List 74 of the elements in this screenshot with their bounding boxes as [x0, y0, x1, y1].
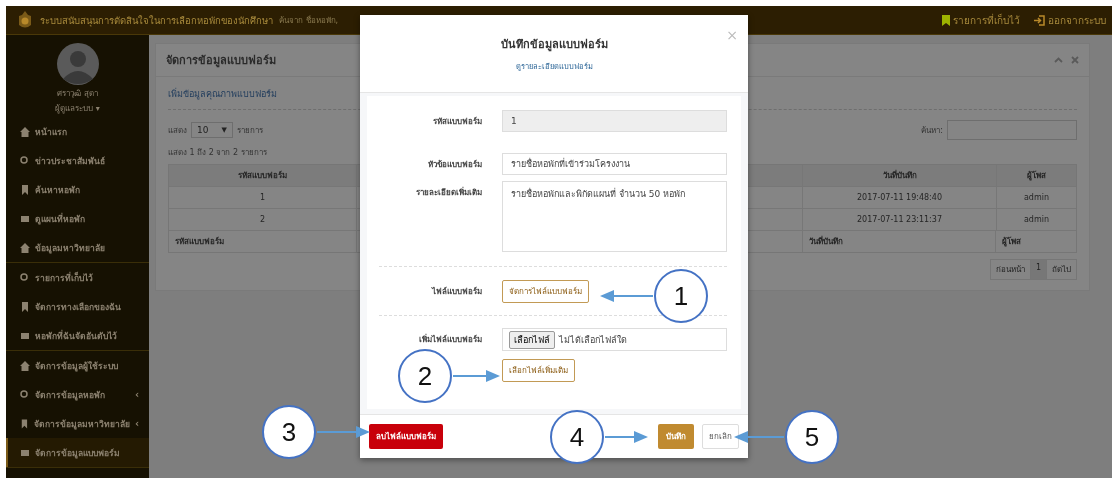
home-icon: [20, 242, 30, 253]
panel-title: จัดการข้อมูลแบบฟอร์ม: [166, 53, 276, 69]
table-cell-text: 2: [258, 214, 267, 226]
logout-icon: [1034, 14, 1045, 26]
callout-arrow: [604, 431, 648, 443]
table-cell: 2017-07-11 23:11:37: [802, 209, 996, 230]
column-footer: ผู้โพส: [995, 231, 1076, 252]
details-textarea[interactable]: รายชื่อหอพักและพิกัดแผนที่ จำนวน 50 หอพัก: [502, 181, 727, 252]
save-button[interactable]: บันทึก: [658, 424, 694, 449]
table-cell: admin: [996, 209, 1076, 230]
sidebar-item[interactable]: จัดการทางเลือกของฉัน: [6, 292, 149, 321]
choose-file-button[interactable]: เลือกไฟล์: [509, 330, 555, 349]
column-header[interactable]: ผู้โพส: [996, 165, 1076, 186]
search-hint: ค้นจาก ชื่อหอพัก,: [279, 14, 339, 27]
sidebar-item[interactable]: หน้าแรก: [6, 117, 149, 146]
table-cell: admin: [996, 187, 1076, 208]
cancel-button[interactable]: ยกเลิก: [702, 424, 739, 449]
column-header[interactable]: รหัสแบบฟอร์ม: [169, 165, 356, 186]
field-label: ไฟล์แบบฟอร์ม: [430, 285, 482, 298]
delete-file-button[interactable]: ลบไฟล์แบบฟอร์ม: [369, 424, 443, 449]
sidebar-item[interactable]: ข่าวประชาสัมพันธ์: [6, 146, 149, 175]
app-title: ระบบสนับสนุนการตัดสินใจในการเลือกหอพักของนักศึกษา: [40, 13, 273, 28]
sidebar-item[interactable]: ข้อมูลมหาวิทยาลัย: [6, 233, 149, 262]
field-label: รหัสแบบฟอร์ม: [432, 115, 482, 128]
collapse-icon[interactable]: [1054, 57, 1063, 63]
title-field[interactable]: รายชื่อหอพักที่เข้าร่วมโครงงาน: [502, 153, 727, 175]
table-info: แสดง 1 ถึง 2 จาก 2 รายการ: [168, 147, 268, 159]
modal-title: บันทึกข้อมูลแบบฟอร์ม: [500, 37, 608, 53]
bookmark-icon: [20, 301, 30, 312]
length-unit: รายการ: [237, 124, 263, 137]
callout-arrow: [734, 431, 785, 443]
file-status: ไม่ได้เลือกไฟล์ใด: [559, 333, 627, 347]
table-cell-text: 1: [258, 192, 267, 204]
sidebar-item[interactable]: จัดการข้อมูลผู้ใช้ระบบ: [6, 351, 149, 380]
sidebar-item[interactable]: จัดการข้อมูลแบบฟอร์ม: [6, 438, 149, 467]
file-field[interactable]: เลือกไฟล์ ไม่ได้เลือกไฟล์ใด: [502, 328, 727, 351]
home-icon: [20, 360, 30, 371]
list-icon: [20, 330, 30, 341]
form-id-field: 1: [502, 110, 727, 132]
user-name: ศราวุฒิ สุดา: [57, 88, 98, 100]
table-cell: 2017-07-11 19:48:40: [802, 187, 996, 208]
bookmark-icon: [20, 418, 29, 429]
bookmark-icon: [20, 184, 30, 195]
column-footer: รหัสแบบฟอร์ม: [169, 231, 356, 252]
user-role-menu[interactable]: ผู้ดูแลระบบ ▾: [55, 102, 100, 115]
list-icon: [20, 447, 30, 458]
column-footer: วันที่บันทึก: [802, 231, 995, 252]
field-label: รายละเอียดเพิ่มเติม: [415, 186, 482, 199]
sidebar-item[interactable]: ดูแผนที่หอพัก: [6, 204, 149, 233]
sidebar-item[interactable]: รายการที่เก็บไว้: [6, 263, 149, 292]
callout-arrow: [600, 290, 654, 302]
emblem-icon: [16, 10, 34, 30]
sidebar-item[interactable]: จัดการข้อมูลหอพัก ‹: [6, 380, 149, 409]
callout-arrow: [452, 370, 500, 382]
bookmark-icon: [942, 14, 950, 26]
field-label: เพิ่มไฟล์แบบฟอร์ม: [418, 333, 482, 346]
manage-files-button[interactable]: จัดการไฟล์แบบฟอร์ม: [502, 280, 589, 303]
avatar-icon: [56, 43, 99, 85]
callout-arrow: [316, 426, 370, 438]
home-icon: [20, 126, 30, 137]
length-label: แสดง: [168, 124, 187, 137]
page-button[interactable]: 1: [1029, 259, 1047, 280]
add-more-files-button[interactable]: เลือกไฟล์เพิ่มเติม: [502, 359, 575, 382]
page-button[interactable]: ถัดไป: [1046, 259, 1077, 280]
sidebar-item[interactable]: ค้นหาหอพัก: [6, 175, 149, 204]
close-icon[interactable]: [1071, 56, 1079, 64]
sidebar-item[interactable]: หอพักที่ฉันจัดอันดับไว้: [6, 321, 149, 350]
column-header[interactable]: วันที่บันทึก: [802, 165, 996, 186]
logout-link[interactable]: ออกจากระบบ: [1034, 12, 1106, 28]
list-icon: [20, 213, 30, 224]
search-label: ค้นหา:: [921, 124, 943, 137]
saved-list-link[interactable]: รายการที่เก็บไว้: [942, 12, 1020, 28]
sidebar-item[interactable]: จัดการข้อมูลมหาวิทยาลัย ‹: [6, 409, 149, 438]
field-label: หัวข้อแบบฟอร์ม: [427, 158, 482, 171]
